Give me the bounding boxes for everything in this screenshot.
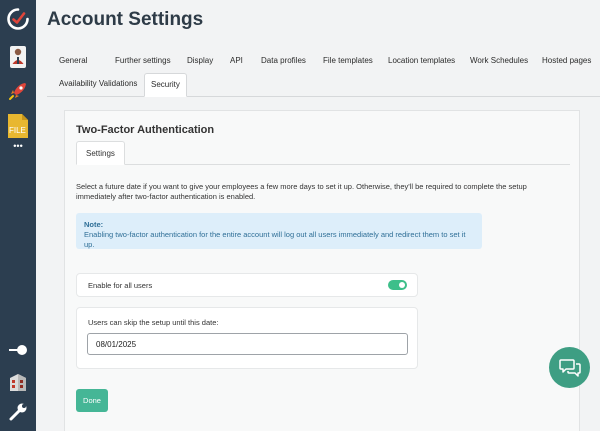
tab-display[interactable]: Display [181, 50, 219, 72]
tab-general[interactable]: General [53, 50, 93, 72]
tab-file-templates[interactable]: File templates [317, 50, 379, 72]
file-icon-label: FILE [9, 126, 26, 135]
tab-api[interactable]: API [224, 50, 249, 72]
note-title: Note: [84, 220, 104, 229]
skip-date-label: Users can skip the setup until this date… [88, 318, 219, 327]
toggle-key-icon[interactable] [0, 340, 36, 360]
file-icon[interactable]: FILE [0, 113, 36, 139]
main-content: Account Settings General Further setting… [36, 0, 600, 431]
skip-date-box: Users can skip the setup until this date… [76, 307, 418, 369]
enable-all-users-row: Enable for all users [76, 273, 418, 297]
chat-button[interactable] [549, 347, 590, 388]
done-button[interactable]: Done [76, 389, 108, 412]
enable-all-users-label: Enable for all users [88, 281, 153, 290]
app-logo-icon[interactable] [0, 6, 36, 32]
note-box: Note: Enabling two-factor authentication… [76, 213, 482, 249]
wrench-icon[interactable] [0, 400, 36, 424]
tab-further-settings[interactable]: Further settings [109, 50, 177, 72]
employee-icon[interactable] [0, 42, 36, 72]
enable-all-users-toggle[interactable] [388, 280, 407, 290]
chat-bubbles-icon [558, 358, 581, 377]
subtab-settings[interactable]: Settings [76, 141, 125, 165]
more-icon[interactable]: ••• [0, 140, 36, 152]
settings-tabs: General Further settings Display API Dat… [47, 47, 600, 97]
tab-work-schedules[interactable]: Work Schedules [464, 50, 534, 72]
rocket-icon[interactable] [0, 78, 36, 104]
security-panel: Two-Factor Authentication Settings Selec… [64, 110, 580, 431]
sidebar: FILE ••• [0, 0, 36, 431]
skip-date-input[interactable] [87, 333, 408, 355]
page-title: Account Settings [47, 9, 204, 30]
description-text: Select a future date if you want to give… [76, 182, 527, 201]
section-title: Two-Factor Authentication [76, 124, 215, 136]
tab-location-templates[interactable]: Location templates [382, 50, 461, 72]
tab-hosted-pages[interactable]: Hosted pages [536, 50, 597, 72]
tab-security[interactable]: Security [144, 73, 187, 97]
note-text: Enabling two-factor authentication for t… [84, 230, 466, 249]
tab-data-profiles[interactable]: Data profiles [255, 50, 312, 72]
tab-availability-validations[interactable]: Availability Validations [53, 73, 143, 95]
building-icon[interactable] [0, 370, 36, 394]
subtabs: Settings [76, 141, 570, 165]
